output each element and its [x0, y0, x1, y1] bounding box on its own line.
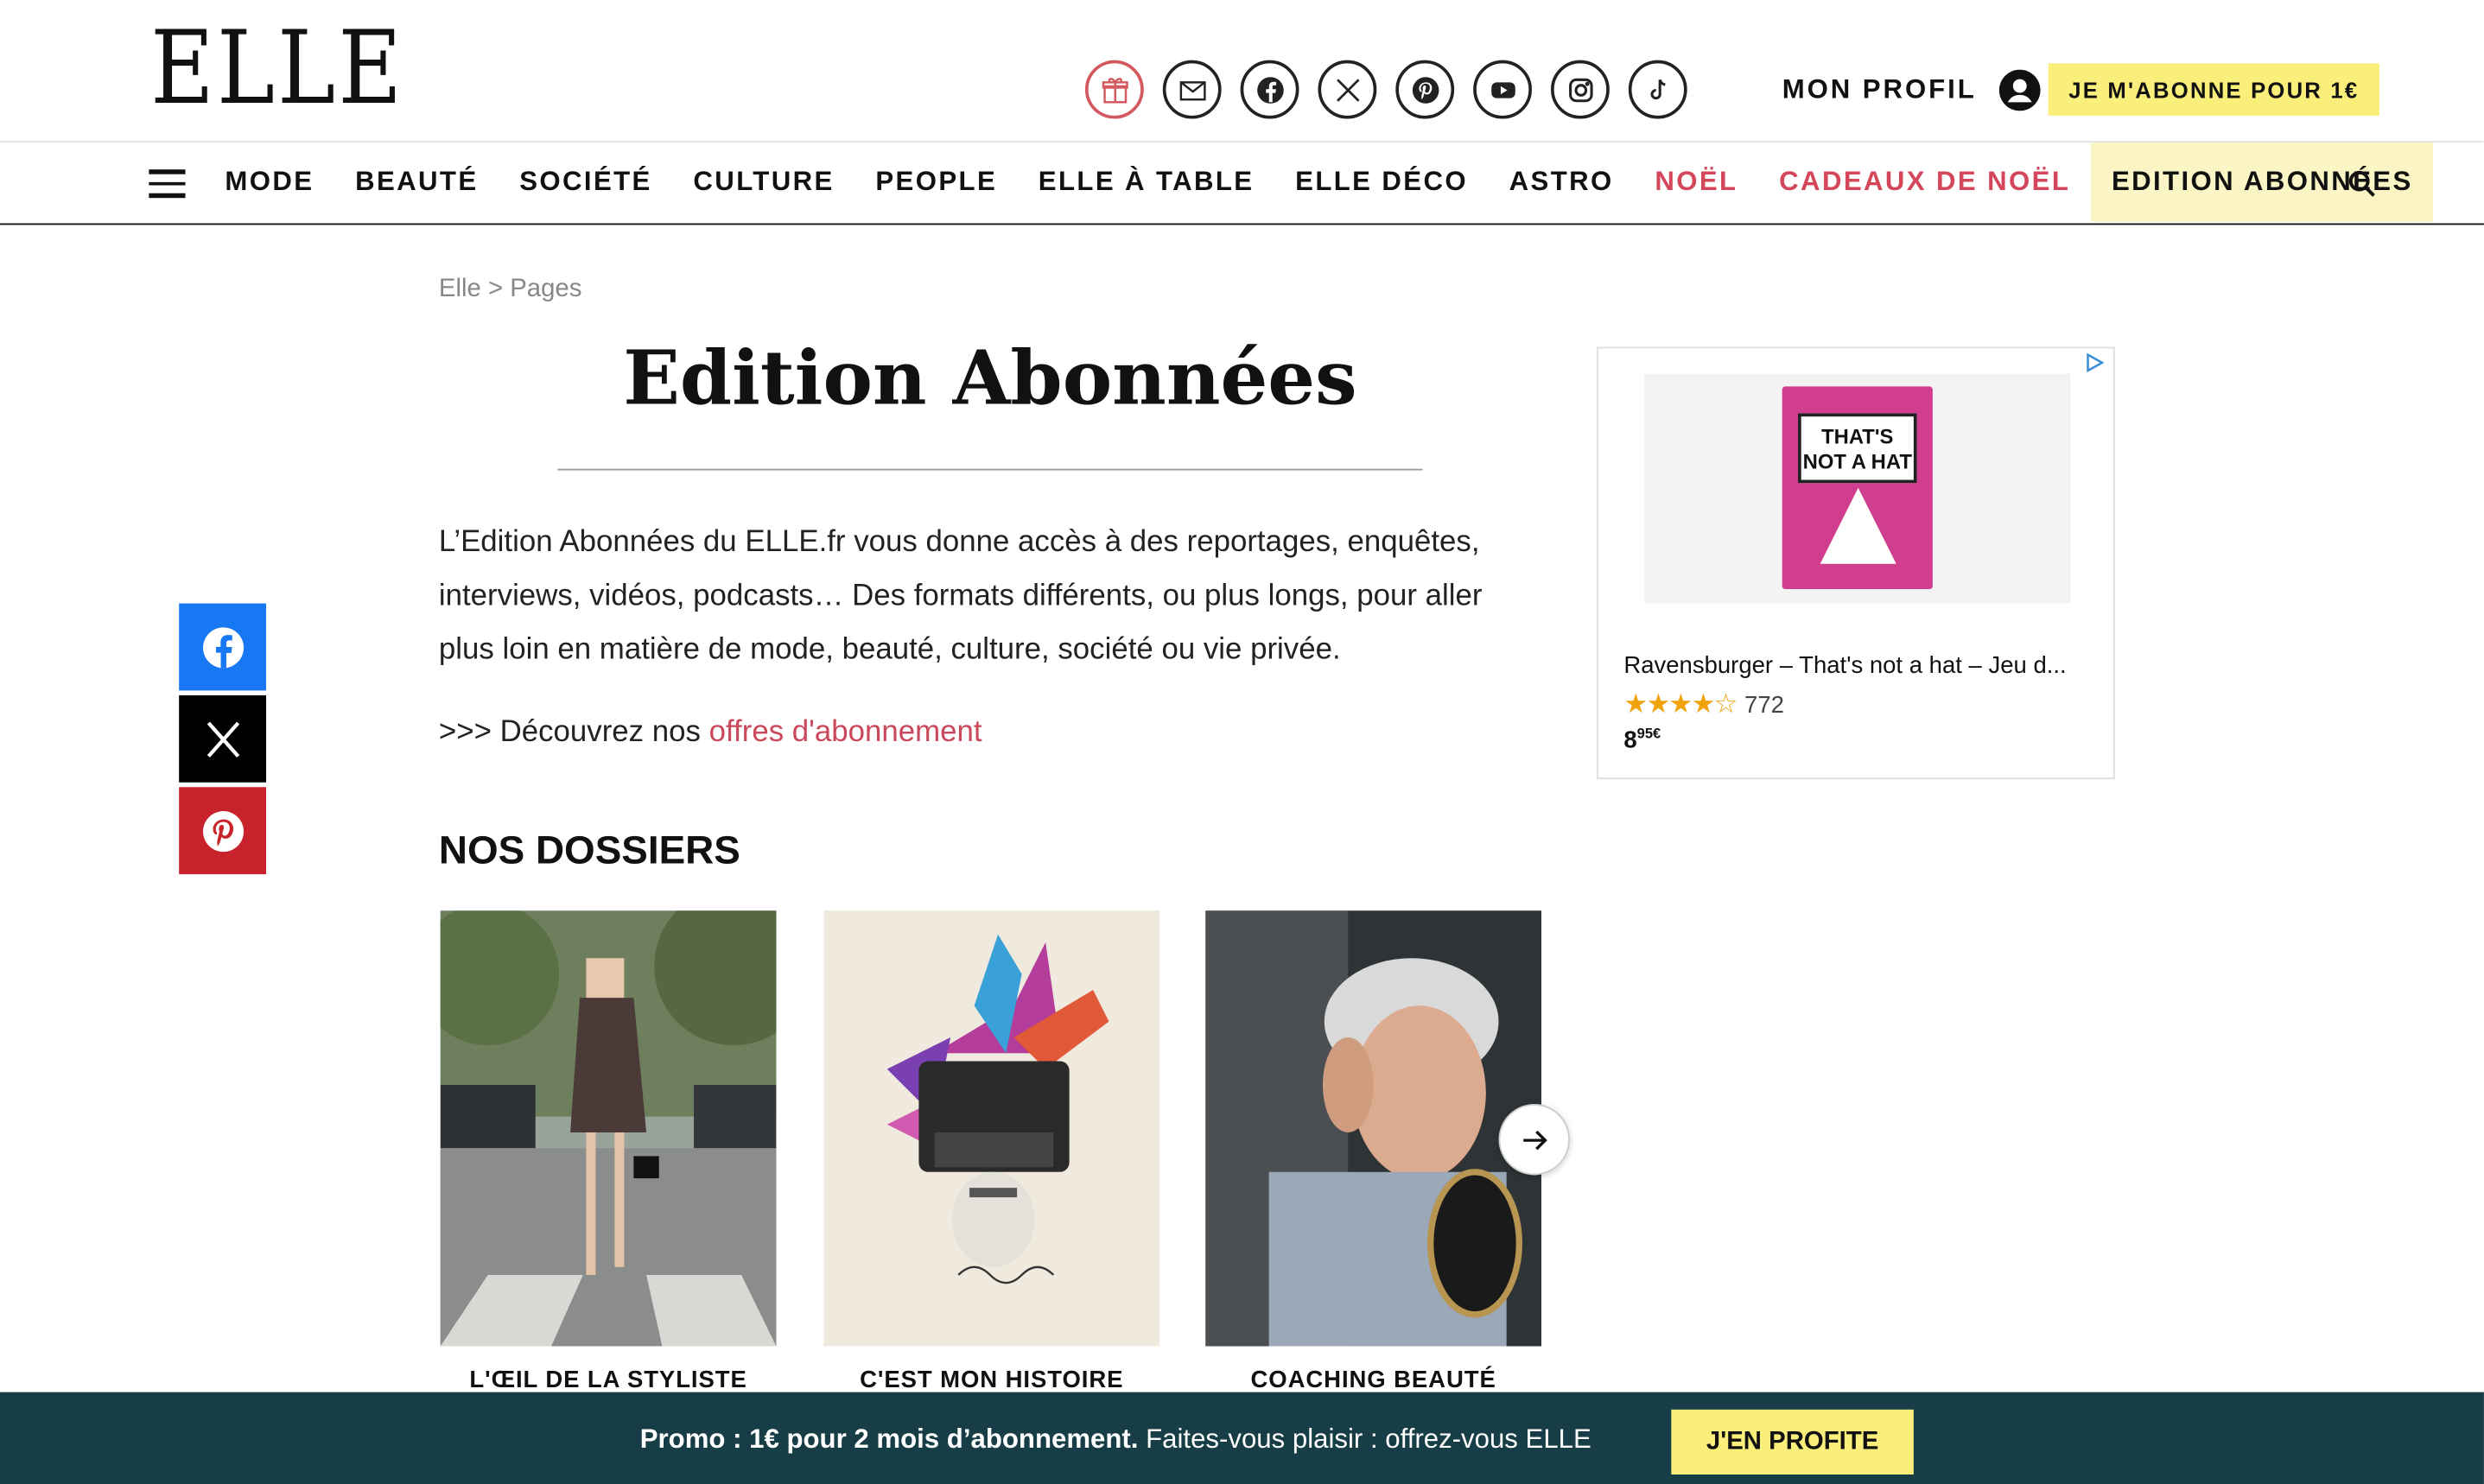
nav-item-people[interactable]: PEOPLE	[855, 143, 1018, 222]
share-x-button[interactable]	[179, 694, 267, 783]
game-box: THAT'S NOT A HAT	[1782, 386, 1933, 590]
ad-product-image[interactable]: THAT'S NOT A HAT	[1644, 373, 2071, 604]
pinterest-icon[interactable]	[1395, 60, 1455, 119]
dossier-image-typewriter[interactable]	[823, 910, 1160, 1347]
title-divider	[557, 468, 1423, 471]
price-main: 8	[1623, 726, 1637, 754]
subscribe-button[interactable]: JE M'ABONNE POUR 1€	[2048, 63, 2379, 116]
dossier-image-street-style[interactable]	[440, 910, 777, 1347]
nav-item-elle-a-table[interactable]: ELLE À TABLE	[1018, 143, 1274, 222]
nav-item-noel[interactable]: NOËL	[1635, 143, 1759, 222]
promo-text: Promo : 1€ pour 2 mois d’abonnement. Fai…	[640, 1424, 1591, 1455]
share-bar	[179, 603, 267, 879]
share-pinterest-button[interactable]	[179, 787, 267, 875]
dossier-label[interactable]: C'EST MON HISTOIRE	[823, 1367, 1159, 1393]
share-facebook-button[interactable]	[179, 603, 267, 691]
promo-bold: Promo : 1€ pour 2 mois d’abonnement.	[639, 1424, 1139, 1455]
social-links	[1084, 60, 1687, 119]
facebook-icon	[202, 626, 244, 668]
dossier-card[interactable]: C'EST MON HISTOIRE	[823, 910, 1160, 1393]
game-box-label: THAT'S NOT A HAT	[1798, 413, 1917, 484]
profile-link[interactable]: MON PROFIL	[1782, 69, 2041, 111]
ad-title[interactable]: Ravensburger – That's not a hat – Jeu d.…	[1623, 652, 2066, 679]
main-nav: MODE BEAUTÉ SOCIÉTÉ CULTURE PEOPLE ELLE …	[0, 143, 2484, 225]
youtube-icon[interactable]	[1473, 60, 1532, 119]
carousel-next-button[interactable]	[1498, 1103, 1570, 1176]
user-avatar-icon	[1998, 69, 2041, 111]
mail-icon[interactable]	[1162, 60, 1222, 119]
ad-rating: ★★★★☆ 772	[1623, 689, 1784, 721]
dossiers-heading: NOS DOSSIERS	[438, 828, 740, 873]
page-title: Edition Abonnées	[623, 335, 1357, 423]
nav-item-cadeaux-de-noel[interactable]: CADEAUX DE NOËL	[1758, 143, 2091, 222]
menu-icon[interactable]	[149, 169, 186, 198]
arrow-right-icon	[1522, 1129, 1547, 1150]
dossier-image-beauty[interactable]	[1205, 910, 1541, 1347]
promo-rest: Faites-vous plaisir : offrez-vous ELLE	[1138, 1424, 1591, 1455]
nav-items: MODE BEAUTÉ SOCIÉTÉ CULTURE PEOPLE ELLE …	[205, 143, 2434, 222]
cone-graphic	[1820, 487, 1896, 564]
nav-item-beaute[interactable]: BEAUTÉ	[334, 143, 499, 222]
elle-logo[interactable]: ELLE	[150, 6, 404, 133]
nav-item-edition-abonnees[interactable]: EDITION ABONNÉES	[2091, 143, 2434, 222]
breadcrumb[interactable]: Elle > Pages	[439, 276, 582, 304]
price-cents: 95€	[1636, 725, 1661, 742]
rating-stars: ★★★★☆	[1623, 688, 1738, 720]
gift-icon[interactable]	[1084, 60, 1144, 119]
instagram-icon[interactable]	[1550, 60, 1610, 119]
x-icon[interactable]	[1318, 60, 1377, 119]
profile-label: MON PROFIL	[1782, 74, 1977, 105]
subscription-offers-link[interactable]: offres d'abonnement	[709, 716, 982, 750]
dossier-card[interactable]: L'ŒIL DE LA STYLISTE	[440, 910, 777, 1393]
rating-count: 772	[1744, 691, 1784, 719]
x-icon	[206, 720, 239, 758]
tiktok-icon[interactable]	[1628, 60, 1687, 119]
ad-price: 895€	[1623, 726, 1661, 754]
nav-item-mode[interactable]: MODE	[205, 143, 335, 222]
ad-banner[interactable]: THAT'S NOT A HAT Ravensburger – That's n…	[1597, 346, 2115, 780]
dossier-card[interactable]: COACHING BEAUTÉ	[1205, 910, 1541, 1393]
nav-item-societe[interactable]: SOCIÉTÉ	[499, 143, 672, 222]
intro-paragraph: L’Edition Abonnées du ELLE.fr vous donne…	[438, 525, 1483, 667]
promo-cta-button[interactable]: J'EN PROFITE	[1671, 1409, 1914, 1474]
top-bar: ELLE MON PROFIL JE M'ABONNE POUR 1€	[0, 0, 2484, 143]
nav-item-elle-deco[interactable]: ELLE DÉCO	[1274, 143, 1489, 222]
pinterest-icon	[202, 810, 244, 852]
facebook-icon[interactable]	[1240, 60, 1299, 119]
discover-prefix: >>> Découvrez nos	[438, 715, 709, 750]
nav-item-astro[interactable]: ASTRO	[1489, 143, 1635, 222]
adchoices-icon[interactable]	[2085, 352, 2104, 372]
dossier-label[interactable]: L'ŒIL DE LA STYLISTE	[441, 1367, 777, 1393]
nav-item-culture[interactable]: CULTURE	[673, 143, 855, 222]
promo-banner: Promo : 1€ pour 2 mois d’abonnement. Fai…	[0, 1392, 2484, 1484]
search-icon[interactable]	[2346, 168, 2378, 200]
dossier-label[interactable]: COACHING BEAUTÉ	[1205, 1367, 1541, 1393]
discover-line: >>> Découvrez nos offres d'abonnement	[439, 716, 982, 751]
